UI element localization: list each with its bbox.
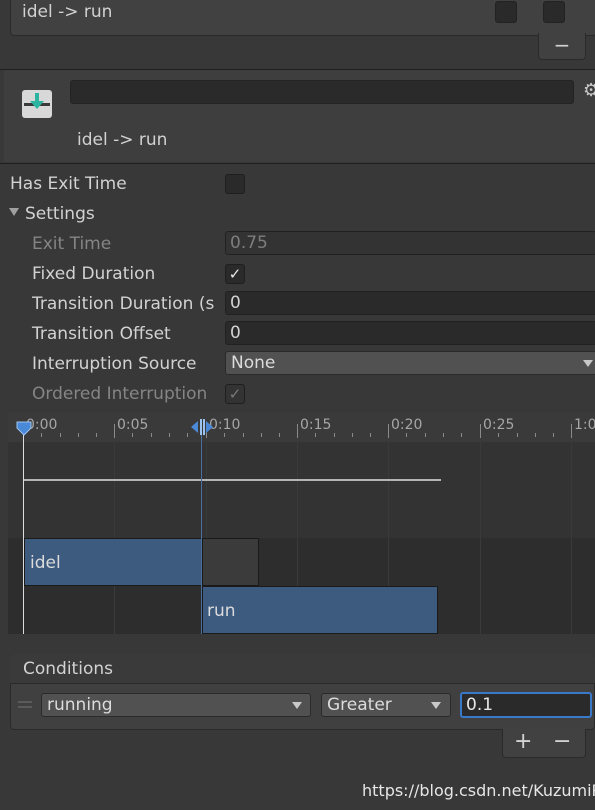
ruler-tick-label: 0:20 (391, 417, 423, 433)
ruler-minor-tick (224, 433, 225, 437)
exit-time-field: 0.75 (225, 231, 595, 255)
transition-offset-label: Transition Offset (32, 324, 171, 344)
ruler-minor-tick (315, 433, 316, 437)
conditions-title: Conditions (23, 659, 113, 679)
ruler-minor-tick (443, 433, 444, 437)
transition-icon (20, 87, 54, 121)
condition-parameter-dropdown[interactable]: running (41, 693, 311, 717)
ruler-minor-tick (187, 433, 188, 437)
interruption-source-dropdown[interactable]: None (225, 351, 595, 375)
interruption-source-label: Interruption Source (32, 354, 197, 374)
fixed-duration-label: Fixed Duration (32, 264, 156, 284)
add-condition-button[interactable]: + (514, 729, 532, 754)
solo-checkbox[interactable] (495, 1, 517, 23)
source-state-track[interactable]: idel (24, 538, 202, 586)
drag-handle-icon[interactable] (18, 701, 32, 708)
condition-value-input[interactable]: 0.1 (460, 692, 592, 718)
timeline-grid-line (480, 442, 481, 634)
timeline-grid-line (571, 442, 572, 634)
destination-state-label: run (207, 601, 236, 621)
transition-curve-line (24, 479, 441, 481)
settings-foldout[interactable]: Settings (25, 204, 95, 224)
ruler-minor-tick (535, 433, 536, 437)
ordered-interruption-label: Ordered Interruption (32, 384, 208, 404)
transition-duration-label: Transition Duration (s (32, 294, 215, 314)
timeline-curve-area (8, 442, 595, 538)
watermark: https://blog.csdn.net/KuzumiRin (362, 781, 595, 800)
ruler-minor-tick (41, 433, 42, 437)
ruler-minor-tick (553, 433, 554, 437)
ruler-tick-label: 0:25 (483, 417, 515, 433)
ruler-minor-tick (279, 433, 280, 437)
ruler-major-tick (297, 424, 298, 438)
ruler-minor-tick (243, 433, 244, 437)
condition-parameter-value: running (47, 695, 113, 715)
chevron-down-icon (583, 360, 593, 367)
has-exit-time-checkbox[interactable] (225, 174, 245, 194)
ruler-minor-tick (132, 433, 133, 437)
transition-offset-field[interactable]: 0 (225, 321, 595, 345)
source-state-label: idel (30, 553, 61, 573)
interruption-source-value: None (231, 353, 276, 373)
remove-transition-button[interactable]: − (538, 33, 586, 60)
ruler-minor-tick (352, 433, 353, 437)
ruler-major-tick (388, 424, 389, 438)
gear-icon[interactable]: ⚙ (583, 80, 595, 101)
playhead-line (23, 430, 24, 634)
transition-start-line (201, 430, 202, 634)
transition-handle-icon[interactable] (189, 418, 215, 441)
ruler-minor-tick (96, 433, 97, 437)
has-exit-time-label: Has Exit Time (10, 174, 127, 194)
mute-checkbox[interactable] (543, 1, 565, 23)
ruler-major-tick (571, 424, 572, 438)
transition-name-input[interactable] (70, 80, 574, 104)
remove-condition-button[interactable]: − (553, 729, 571, 754)
ruler-minor-tick (334, 433, 335, 437)
ruler-major-tick (480, 424, 481, 438)
chevron-down-icon (292, 702, 302, 709)
transition-duration-field[interactable]: 0 (225, 291, 595, 315)
ruler-major-tick (114, 424, 115, 438)
transition-list-item-label[interactable]: idel -> run (22, 2, 112, 22)
condition-mode-value: Greater (327, 695, 392, 715)
ruler-tick-label: 0:15 (300, 417, 332, 433)
ruler-minor-tick (406, 433, 407, 437)
playhead-marker-icon[interactable] (16, 420, 32, 441)
ruler-tick-label: 0:05 (117, 417, 149, 433)
ruler-minor-tick (370, 433, 371, 437)
ruler-minor-tick (425, 433, 426, 437)
divider (0, 163, 595, 164)
source-state-track-tail (202, 538, 259, 586)
ruler-minor-tick (151, 433, 152, 437)
transition-title: idel -> run (77, 130, 168, 150)
ruler-tick-label: 1:0 (574, 417, 595, 433)
ruler-minor-tick (261, 433, 262, 437)
ruler-minor-tick (461, 433, 462, 437)
ruler-minor-tick (498, 433, 499, 437)
destination-state-track[interactable]: run (202, 586, 438, 634)
ruler-minor-tick (60, 433, 61, 437)
ruler-minor-tick (169, 433, 170, 437)
exit-time-label: Exit Time (32, 234, 112, 254)
foldout-arrow-icon[interactable] (9, 208, 19, 216)
ruler-minor-tick (517, 433, 518, 437)
fixed-duration-checkbox[interactable]: ✓ (225, 264, 245, 284)
chevron-down-icon (431, 702, 441, 709)
ordered-interruption-checkbox: ✓ (225, 384, 245, 404)
ruler-minor-tick (78, 433, 79, 437)
